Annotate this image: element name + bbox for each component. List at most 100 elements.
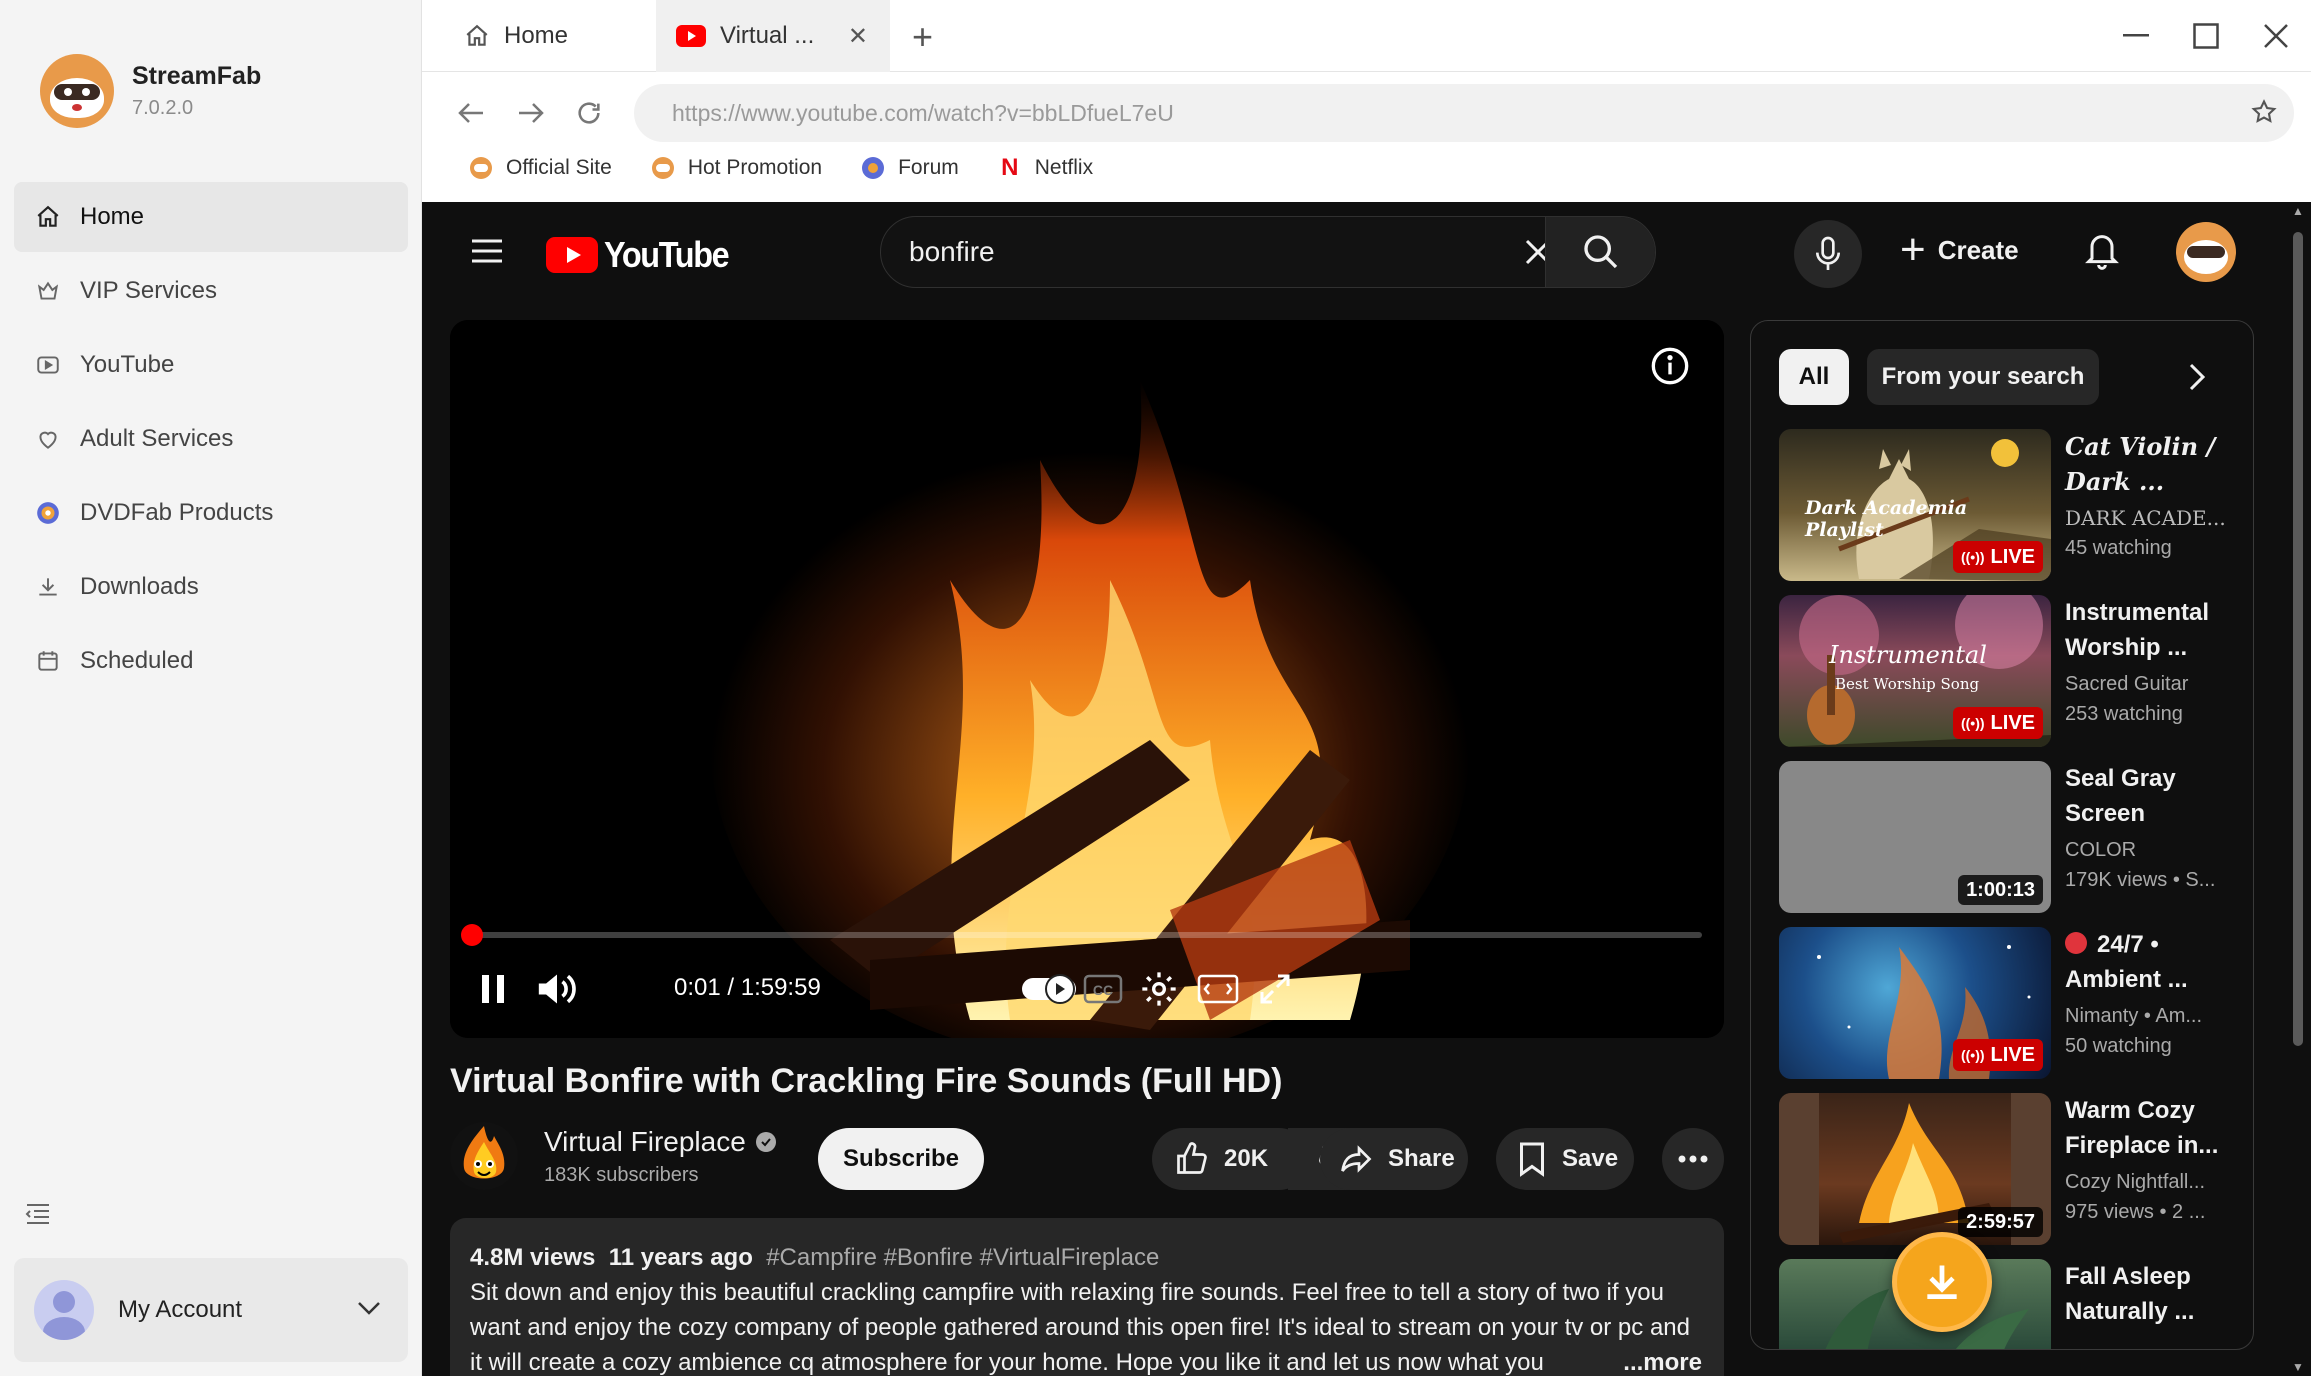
cc-icon: CC — [1083, 974, 1123, 1004]
scroll-down-icon[interactable]: ▼ — [2291, 1360, 2305, 1374]
sidebar-item-youtube[interactable]: YouTube — [14, 330, 408, 400]
search-query: bonfire — [909, 236, 995, 267]
share-button[interactable]: Share — [1320, 1128, 1468, 1190]
volume-icon — [538, 974, 576, 1004]
channel-name[interactable]: Virtual Fireplace — [544, 1126, 776, 1158]
show-more-link[interactable]: ...more — [1615, 1345, 1702, 1376]
subscribe-button[interactable]: Subscribe — [818, 1128, 984, 1190]
channel-info: Virtual Fireplace 183K subscribers — [450, 1122, 776, 1190]
reload-icon[interactable] — [572, 96, 606, 130]
maximize-icon[interactable] — [2188, 18, 2224, 54]
recommendation-item[interactable]: 2:59:57 Warm Cozy Fireplace in... Cozy N… — [1779, 1093, 2249, 1245]
pause-button[interactable] — [472, 968, 514, 1010]
close-window-icon[interactable] — [2258, 18, 2294, 54]
sidebar-item-downloads[interactable]: Downloads — [14, 552, 408, 622]
bookmark-official-site[interactable]: Official Site — [470, 156, 612, 180]
video-player[interactable]: 0:01 / 1:59:59 CC — [450, 320, 1724, 1038]
video-title: Virtual Bonfire with Crackling Fire Soun… — [450, 1062, 1283, 1100]
sidebar-item-dvdfab-products[interactable]: DVDFab Products — [14, 478, 408, 548]
video-description[interactable]: 4.8M views 11 years ago #Campfire #Bonfi… — [450, 1218, 1724, 1376]
recommendation-item[interactable]: Instrumental Best Worship Song ((•)) LIVE… — [1779, 595, 2249, 747]
close-tab-icon[interactable]: ✕ — [848, 22, 868, 51]
youtube-header: YouTube bonfire + Create — [422, 202, 2311, 302]
sidebar-item-home[interactable]: Home — [14, 182, 408, 252]
search-input[interactable]: bonfire — [881, 217, 1571, 287]
youtube-page: YouTube bonfire + Create 0:01 / 1:59:59 … — [422, 202, 2311, 1376]
recommendation-item[interactable]: Dark Academia Playlist ((•)) LIVE Cat Vio… — [1779, 429, 2249, 581]
autoplay-toggle[interactable] — [1018, 968, 1080, 1010]
bookmark-star-icon[interactable] — [2250, 98, 2278, 132]
sidebar-item-adult-services[interactable]: Adult Services — [14, 404, 408, 474]
page-scrollbar[interactable]: ▲ ▼ — [2291, 202, 2305, 1376]
like-button[interactable]: 20K — [1152, 1128, 1310, 1190]
streamfab-icon — [651, 157, 674, 179]
chip-from-your-search[interactable]: From your search — [1867, 349, 2099, 405]
autoplay-toggle-icon — [1022, 974, 1076, 1004]
notifications-bell-icon[interactable] — [2082, 228, 2122, 277]
scrollbar-thumb[interactable] — [2293, 232, 2303, 1046]
bookmark-hot-promotion[interactable]: Hot Promotion — [651, 156, 822, 180]
avatar — [34, 1280, 94, 1340]
create-button[interactable]: + Create — [1900, 225, 2019, 274]
bookmark-netflix[interactable]: N Netflix — [999, 154, 1093, 181]
back-icon[interactable] — [454, 96, 488, 130]
create-label: Create — [1937, 234, 2019, 265]
scroll-up-icon[interactable]: ▲ — [2291, 204, 2305, 218]
sidebar-item-label: Adult Services — [80, 425, 234, 452]
new-tab-button[interactable]: + — [912, 16, 933, 58]
plus-icon: + — [1900, 225, 1926, 274]
subscriber-count: 183K subscribers — [544, 1163, 699, 1186]
url-text: https://www.youtube.com/watch?v=bbLDfueL… — [672, 99, 1174, 126]
url-bar[interactable]: https://www.youtube.com/watch?v=bbLDfueL… — [634, 84, 2294, 142]
recommendation-channel: COLOR — [2065, 839, 2137, 861]
thumbnail-text: Dark Academia Playlist — [1805, 497, 1968, 541]
search-button[interactable] — [1545, 217, 1655, 287]
theater-mode-button[interactable] — [1188, 968, 1248, 1010]
forward-icon[interactable] — [514, 96, 548, 130]
tab-home[interactable]: Home — [442, 0, 672, 72]
volume-button[interactable] — [532, 968, 582, 1010]
tab-virtual[interactable]: Virtual ... ✕ — [656, 0, 890, 72]
youtube-logo-text: YouTube — [604, 234, 730, 275]
chevron-right-icon[interactable] — [2187, 361, 2207, 398]
netflix-icon: N — [1001, 154, 1019, 181]
settings-button[interactable] — [1134, 968, 1184, 1010]
more-actions-button[interactable] — [1662, 1128, 1724, 1190]
download-button[interactable] — [1892, 1232, 1992, 1332]
live-badge: ((•)) LIVE — [1952, 541, 2043, 573]
channel-avatar[interactable] — [450, 1122, 518, 1190]
progress-scrubber[interactable] — [461, 924, 484, 946]
progress-bar[interactable] — [461, 924, 1702, 946]
vip-icon — [34, 277, 62, 305]
bookmark-forum[interactable]: Forum — [862, 156, 959, 180]
download-icon — [34, 573, 62, 601]
recommendation-item[interactable]: Fall Asleep Naturally ... — [1779, 1259, 2249, 1349]
voice-search-button[interactable] — [1794, 220, 1862, 288]
collapse-sidebar-icon[interactable] — [24, 1200, 52, 1226]
fullscreen-button[interactable] — [1250, 968, 1300, 1010]
info-icon[interactable] — [1650, 346, 1690, 391]
recommendation-title: Instrumental Worship ... — [2065, 599, 2210, 661]
hashtags[interactable]: #Campfire #Bonfire #VirtualFireplace — [766, 1244, 1159, 1271]
recommendation-item[interactable]: 1:00:13 Seal Gray Screen COLOR 179K view… — [1779, 761, 2249, 913]
hamburger-menu-icon[interactable] — [470, 238, 504, 269]
save-label: Save — [1562, 1145, 1619, 1172]
sidebar-item-scheduled[interactable]: Scheduled — [14, 626, 408, 696]
bookmark-icon — [1520, 1142, 1544, 1177]
minimize-icon[interactable] — [2118, 18, 2154, 54]
sidebar-nav: Home VIP Services YouTube Adult Services… — [14, 182, 408, 700]
sidebar-item-vip-services[interactable]: VIP Services — [14, 256, 408, 326]
captions-button[interactable]: CC — [1078, 968, 1128, 1010]
thumbnail-text: Instrumental — [1829, 641, 1987, 669]
recommendation-title: Cat Violin / Dark ... — [2065, 432, 2216, 496]
like-count: 20K — [1224, 1145, 1269, 1172]
description-text: Sit down and enjoy this beautiful crackl… — [470, 1279, 1690, 1376]
recommendation-stats: 179K views • S... — [2065, 869, 2216, 891]
save-button[interactable]: Save — [1496, 1128, 1634, 1190]
gear-icon — [1142, 972, 1176, 1006]
recommendation-item[interactable]: ((•)) LIVE 24/7 • Ambient ... Nimanty • A… — [1779, 927, 2249, 1079]
account-menu[interactable]: My Account — [14, 1258, 408, 1362]
user-avatar[interactable] — [2176, 222, 2236, 282]
chip-all[interactable]: All — [1779, 349, 1849, 405]
youtube-logo[interactable]: YouTube — [546, 234, 742, 276]
